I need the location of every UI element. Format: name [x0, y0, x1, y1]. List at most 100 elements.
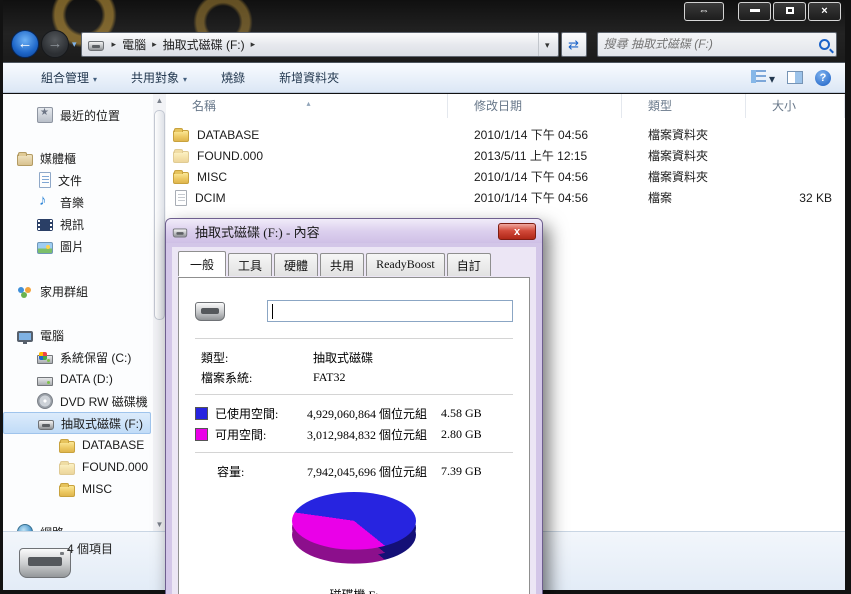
free-space-swatch	[195, 428, 208, 441]
tab-customize[interactable]: 自訂	[446, 253, 491, 276]
history-dropdown-icon[interactable]: ▾	[72, 39, 77, 50]
folder-icon	[173, 128, 189, 142]
tab-hardware[interactable]: 硬體	[274, 253, 319, 276]
maximize-icon	[785, 7, 794, 14]
breadcrumb-computer[interactable]: 電腦	[122, 36, 146, 53]
back-button[interactable]: ←	[11, 30, 39, 58]
dialog-tabs: 一般 工具 硬體 共用 ReadyBoost 自訂	[172, 247, 536, 277]
file-row-misc[interactable]: MISC 2010/1/14 下午 04:56 檔案資料夾	[166, 166, 845, 187]
music-note-icon	[37, 192, 53, 210]
share-with-button[interactable]: 共用對象 ▾	[121, 64, 197, 91]
refresh-button[interactable]: ⇄	[560, 31, 587, 57]
film-icon	[37, 219, 53, 231]
system-drive-icon	[37, 352, 53, 364]
file-row-found000[interactable]: FOUND.000 2013/5/11 上午 12:15 檔案資料夾	[166, 145, 845, 166]
close-button[interactable]: ×	[808, 2, 841, 21]
address-dropdown-icon[interactable]: ▾	[538, 32, 556, 56]
address-bar[interactable]: ▸ 電腦 ▸ 抽取式磁碟 (F:) ▸ ▾	[80, 31, 559, 57]
sidebar-item-dvd-rw[interactable]: DVD RW 磁碟機	[3, 390, 166, 412]
file-row-dcim[interactable]: DCIM 2010/1/14 下午 04:56 檔案 32 KB	[166, 187, 845, 208]
scroll-up-icon[interactable]: ▲	[153, 94, 166, 107]
sidebar-item-found000[interactable]: FOUND.000	[3, 456, 166, 478]
tab-tools[interactable]: 工具	[228, 253, 273, 276]
dvd-icon	[37, 393, 53, 409]
general-tab-page: 類型: 抽取式磁碟 檔案系統: FAT32 已使用空間: 4,929,060,8…	[178, 277, 530, 594]
search-icon[interactable]	[818, 38, 830, 50]
chevron-down-icon: ▾	[183, 75, 188, 84]
network-icon	[17, 524, 33, 531]
removable-drive-icon-large	[19, 548, 71, 578]
chevron-down-icon: ▾	[93, 75, 98, 84]
properties-dialog: 抽取式磁碟 (F:) - 內容 x 一般 工具 硬體 共用 ReadyBoost…	[165, 218, 543, 594]
scrollbar-thumb[interactable]	[154, 110, 165, 320]
column-header-date[interactable]: 修改日期	[448, 94, 622, 118]
chevron-down-icon: ▾	[768, 71, 775, 86]
column-headers: ▴ 名稱 修改日期 類型 大小	[166, 94, 845, 118]
used-space-swatch	[195, 407, 208, 420]
sidebar-item-music[interactable]: 音樂	[3, 191, 166, 213]
sort-ascending-icon: ▴	[306, 99, 311, 108]
libraries-icon	[17, 151, 33, 166]
tab-readyboost[interactable]: ReadyBoost	[366, 253, 445, 276]
sidebar-item-homegroup[interactable]: 家用群組	[3, 280, 166, 302]
dialog-close-button[interactable]: x	[498, 222, 536, 240]
breadcrumb-arrow-icon: ▸	[111, 38, 117, 49]
separator	[195, 394, 513, 396]
used-space-bytes: 4,929,060,864 個位元組	[307, 407, 428, 421]
navigation-pane: 最近的位置 媒體櫃 文件 音樂 視訊 圖片 家用群組 電腦 系統保留 (C:) …	[3, 94, 166, 531]
capacity-bytes: 7,942,045,696 個位元組	[307, 465, 428, 479]
type-value: 抽取式磁碟	[313, 350, 374, 365]
free-space-label: 可用空間:	[215, 428, 267, 442]
sidebar-item-computer[interactable]: 電腦	[3, 324, 166, 346]
tab-sharing[interactable]: 共用	[320, 253, 365, 276]
breadcrumb-removable-disk[interactable]: 抽取式磁碟 (F:)	[163, 36, 245, 53]
search-input[interactable]	[603, 37, 819, 51]
sidebar-item-data-d[interactable]: DATA (D:)	[3, 368, 166, 390]
folder-icon	[173, 170, 189, 184]
column-header-name[interactable]: ▴ 名稱	[166, 94, 448, 118]
tab-general[interactable]: 一般	[178, 251, 227, 277]
minimize-button[interactable]	[738, 2, 771, 21]
pie-top	[292, 492, 416, 550]
sidebar-item-misc[interactable]: MISC	[3, 478, 166, 500]
maximize-button[interactable]	[773, 2, 806, 21]
file-icon	[175, 189, 187, 206]
views-button[interactable]: ▾	[750, 69, 775, 86]
separator	[195, 452, 513, 454]
type-label: 類型:	[201, 350, 229, 365]
help-button[interactable]: ?	[815, 69, 831, 86]
preview-pane-button[interactable]	[787, 71, 803, 84]
sidebar-item-system-reserved-c[interactable]: 系統保留 (C:)	[3, 346, 166, 368]
column-header-type[interactable]: 類型	[622, 94, 746, 118]
burn-button[interactable]: 燒錄	[211, 64, 255, 91]
removable-drive-icon	[195, 301, 225, 321]
sidebar-item-network[interactable]: 網路	[3, 521, 166, 531]
column-header-size[interactable]: 大小	[746, 94, 845, 118]
used-space-gb: 4.58 GB	[441, 406, 482, 420]
swap-window-button[interactable]: ⇔	[684, 2, 724, 21]
homegroup-icon	[17, 283, 33, 299]
new-folder-button[interactable]: 新增資料夾	[269, 64, 349, 91]
sidebar-item-videos[interactable]: 視訊	[3, 213, 166, 235]
sidebar-item-removable-disk-f[interactable]: 抽取式磁碟 (F:)	[3, 412, 151, 434]
file-row-database[interactable]: DATABASE 2010/1/14 下午 04:56 檔案資料夾	[166, 124, 845, 145]
sidebar-item-documents[interactable]: 文件	[3, 169, 166, 191]
forward-button[interactable]: →	[41, 30, 69, 58]
sidebar-item-database[interactable]: DATABASE	[3, 434, 166, 456]
sidebar-item-libraries[interactable]: 媒體櫃	[3, 147, 166, 169]
used-space-label: 已使用空間:	[215, 407, 279, 421]
computer-icon	[17, 330, 33, 344]
window-controls: ⇔ ×	[684, 2, 841, 21]
volume-label-input[interactable]	[268, 301, 512, 321]
sidebar-item-pictures[interactable]: 圖片	[3, 235, 166, 257]
free-space-bytes: 3,012,984,832 個位元組	[307, 428, 428, 442]
sidebar-item-recent-places[interactable]: 最近的位置	[3, 104, 166, 126]
capacity-gb: 7.39 GB	[441, 464, 482, 478]
drive-icon	[172, 228, 188, 238]
volume-label-field[interactable]	[267, 300, 513, 322]
dialog-titlebar[interactable]: 抽取式磁碟 (F:) - 內容 x	[166, 219, 542, 243]
search-box[interactable]	[596, 31, 837, 57]
organize-button[interactable]: 組合管理 ▾	[31, 64, 107, 91]
command-toolbar: 組合管理 ▾ 共用對象 ▾ 燒錄 新增資料夾 ▾ ?	[3, 62, 845, 93]
filesystem-value: FAT32	[313, 369, 346, 384]
